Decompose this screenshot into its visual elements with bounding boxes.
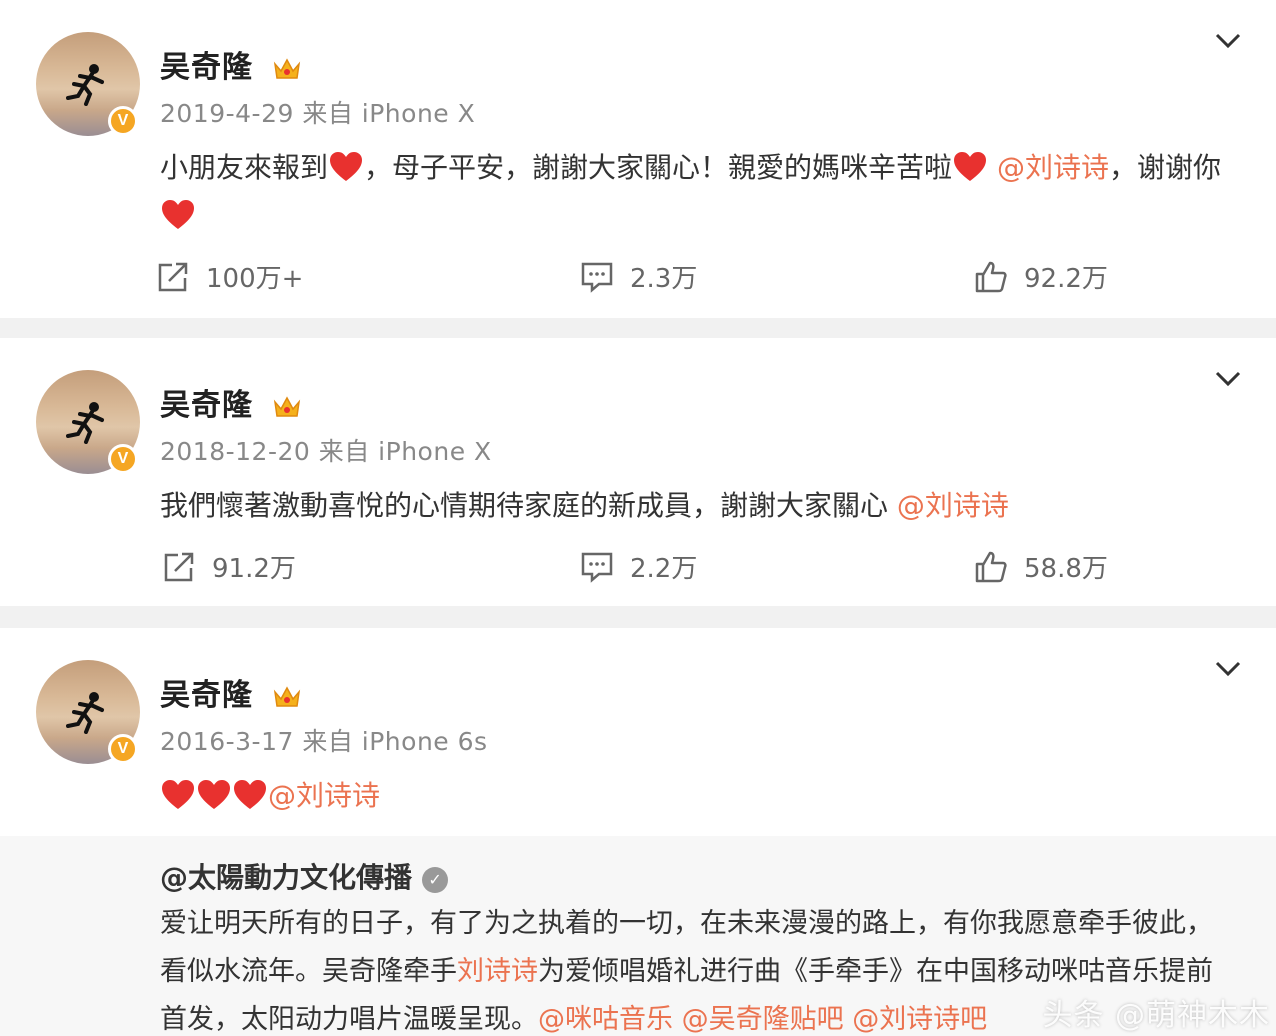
repost-card[interactable]: @太陽動力文化傳播 ✓ 爱让明天所有的日子，有了为之执着的一切，在未来漫漫的路上，… <box>0 836 1276 1036</box>
mention-link[interactable]: @咪咕音乐 <box>538 1004 673 1035</box>
author-name-text[interactable]: 吴奇隆 <box>160 50 253 85</box>
comment-icon <box>581 262 613 293</box>
action-bar: 91.2万 2.2万 58.8万 <box>0 548 1276 588</box>
post-text-segment: 小朋友來報到 <box>160 151 329 184</box>
like-icon <box>975 261 1007 292</box>
author-name[interactable]: 吴奇隆 <box>160 670 302 714</box>
avatar[interactable]: V <box>36 32 140 136</box>
comment-button[interactable]: 2.3万 <box>580 258 697 295</box>
runner-silhouette-icon <box>66 402 104 444</box>
mention-link[interactable]: @刘诗诗 <box>897 489 1009 522</box>
crown-icon <box>274 395 301 417</box>
repost-count: 100万+ <box>206 264 304 294</box>
mention-link[interactable]: @吴奇隆贴吧 <box>682 1004 844 1035</box>
weibo-post: V 吴奇隆 2019-4-29 来自 iPhone X 小朋友來報到 ，母子平安，… <box>0 0 1276 318</box>
avatar[interactable]: V <box>36 370 140 474</box>
post-meta: 2018-12-20 来自 iPhone X <box>160 437 492 466</box>
runner-silhouette-icon <box>66 64 104 106</box>
comment-button[interactable]: 2.2万 <box>580 548 697 585</box>
crown-icon <box>274 685 301 707</box>
mention-link[interactable]: @刘诗诗 <box>268 779 380 812</box>
repost-author-name[interactable]: @太陽動力文化傳播 <box>160 861 412 894</box>
verified-badge-icon: V <box>108 734 138 764</box>
repost-author[interactable]: @太陽動力文化傳播 ✓ <box>160 856 449 896</box>
heart-icon <box>162 200 194 229</box>
post-text: 我們懷著激動喜悅的心情期待家庭的新成員，謝謝大家關心 @刘诗诗 <box>160 482 1240 530</box>
post-text-segment: ，谢谢你 <box>1108 151 1221 184</box>
repost-button[interactable]: 91.2万 <box>162 548 296 585</box>
verified-badge-icon: V <box>108 444 138 474</box>
post-text-segment: ，母子平安，謝謝大家關心！親愛的媽咪辛苦啦 <box>364 151 953 184</box>
heart-icon <box>198 780 230 809</box>
author-name-text[interactable]: 吴奇隆 <box>160 388 253 423</box>
like-count: 92.2万 <box>1024 264 1108 294</box>
heart-icon <box>330 152 363 181</box>
weibo-post: V 吴奇隆 2016-3-17 来自 iPhone 6s @刘诗诗 @太陽動力文… <box>0 628 1276 1036</box>
mention-link[interactable]: @刘诗诗 <box>997 151 1109 184</box>
post-meta: 2019-4-29 来自 iPhone X <box>160 99 476 128</box>
comment-count: 2.2万 <box>630 554 698 584</box>
like-button[interactable]: 92.2万 <box>974 258 1108 295</box>
comment-icon <box>581 552 613 583</box>
like-count: 58.8万 <box>1024 554 1108 584</box>
like-button[interactable]: 58.8万 <box>974 548 1108 585</box>
author-name[interactable]: 吴奇隆 <box>160 380 302 424</box>
verified-badge-icon: V <box>108 106 138 136</box>
chevron-down-icon[interactable] <box>1214 370 1242 388</box>
comment-count: 2.3万 <box>630 264 698 294</box>
repost-icon <box>158 262 188 291</box>
runner-silhouette-icon <box>66 692 104 734</box>
author-name[interactable]: 吴奇隆 <box>160 42 302 86</box>
like-icon <box>975 551 1007 582</box>
mention-link[interactable]: 刘诗诗 <box>457 956 538 987</box>
mention-link[interactable]: @刘诗诗吧 <box>852 1004 987 1035</box>
chevron-down-icon[interactable] <box>1214 660 1242 678</box>
post-text: @刘诗诗 <box>160 772 1240 820</box>
heart-icon <box>234 780 266 809</box>
heart-icon <box>162 780 194 809</box>
post-text-segment: 我們懷著激動喜悅的心情期待家庭的新成員，謝謝大家關心 <box>160 489 897 522</box>
crown-icon <box>274 57 301 79</box>
author-name-text[interactable]: 吴奇隆 <box>160 678 253 713</box>
action-bar: 100万+ 2.3万 92.2万 <box>0 258 1276 298</box>
post-meta: 2016-3-17 来自 iPhone 6s <box>160 727 488 756</box>
weibo-post: V 吴奇隆 2018-12-20 来自 iPhone X 我們懷著激動喜悅的心情… <box>0 338 1276 606</box>
repost-button[interactable]: 100万+ <box>156 258 303 295</box>
watermark: 头条 @萌神木木 <box>1042 998 1270 1033</box>
post-text: 小朋友來報到 ，母子平安，謝謝大家關心！親愛的媽咪辛苦啦 @刘诗诗，谢谢你 <box>160 144 1240 240</box>
repost-count: 91.2万 <box>212 554 296 584</box>
chevron-down-icon[interactable] <box>1214 32 1242 50</box>
heart-icon <box>954 152 987 181</box>
verified-gray-icon: ✓ <box>422 867 449 893</box>
avatar[interactable]: V <box>36 660 140 764</box>
repost-icon <box>164 552 194 581</box>
